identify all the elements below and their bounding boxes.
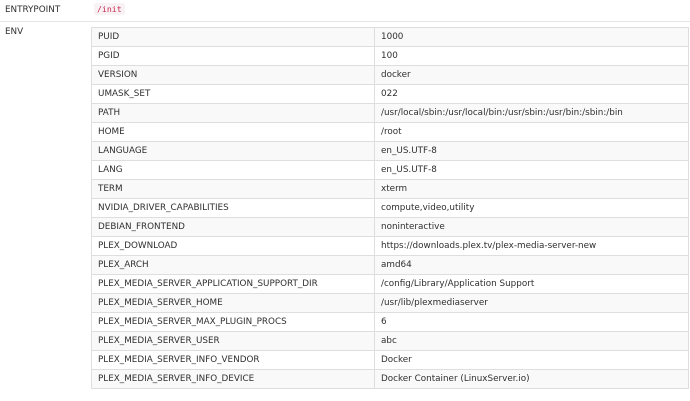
env-table-row: PLEX_MEDIA_SERVER_APPLICATION_SUPPORT_DI…: [91, 274, 689, 294]
env-var-name: PUID: [91, 27, 375, 47]
env-label: ENV: [5, 27, 24, 37]
entrypoint-value: /init: [94, 3, 125, 15]
env-row: ENV PUID 1000 PGID 100 VERSION docker UMASK_SE…: [0, 21, 690, 401]
env-var-value: 100: [374, 46, 689, 66]
env-table-row: PLEX_MEDIA_SERVER_INFO_DEVICE Docker Cont…: [91, 369, 689, 389]
env-var-value: 022: [374, 84, 689, 104]
env-table-row: PLEX_MEDIA_SERVER_MAX_PLUGIN_PROCS 6: [91, 312, 689, 332]
env-var-name: PATH: [91, 103, 375, 123]
env-var-name: PLEX_MEDIA_SERVER_INFO_VENDOR: [91, 350, 375, 370]
env-table-row: PLEX_DOWNLOAD https://downloads.plex.tv/p…: [91, 236, 689, 256]
env-table-row: UMASK_SET 022: [91, 84, 689, 104]
env-table-row: PLEX_MEDIA_SERVER_USER abc: [91, 331, 689, 351]
env-var-value: abc: [374, 331, 689, 351]
env-var-value: xterm: [374, 179, 689, 199]
env-var-value: /usr/lib/plexmediaserver: [374, 293, 689, 313]
env-table-row: PLEX_MEDIA_SERVER_HOME/usr/lib/plexmedia…: [91, 293, 689, 313]
env-var-value: amd64: [374, 255, 689, 275]
env-table-row: VERSION docker: [91, 65, 689, 85]
env-table-row: LANGUAGE en_US.UTF-8: [91, 141, 689, 161]
env-var-name: PLEX_DOWNLOAD: [91, 236, 375, 256]
env-table-row: PGID 100: [91, 46, 689, 66]
env-table-row: PLEX_MEDIA_SERVER_INFO_VENDOR Docker: [91, 350, 689, 370]
env-var-value: /root: [374, 122, 689, 142]
env-var-name: HOME: [91, 122, 375, 142]
env-var-value: Docker Container (LinuxServer.io): [374, 369, 689, 389]
env-var-name: PGID: [91, 46, 375, 66]
env-var-name: LANGUAGE: [91, 141, 375, 161]
env-var-value: en_US.UTF-8: [374, 141, 689, 161]
env-var-value: en_US.UTF-8: [374, 160, 689, 180]
env-var-name: VERSION: [91, 65, 375, 85]
env-var-value: compute,video,utility: [374, 198, 689, 218]
env-var-value: https://downloads.plex.tv/plex-media-ser…: [374, 236, 689, 256]
env-var-name: NVIDIA_DRIVER_CAPABILITIES: [91, 198, 375, 218]
env-table-row: PUID 1000: [91, 27, 689, 47]
env-var-name: PLEX_MEDIA_SERVER_USER: [91, 331, 375, 351]
env-var-value: /config/Library/Application Support: [374, 274, 689, 294]
env-table-row: HOME/root: [91, 122, 689, 142]
env-table-row: PATH/usr/local/sbin:/usr/local/bin:/usr/…: [91, 103, 689, 123]
env-var-name: PLEX_MEDIA_SERVER_APPLICATION_SUPPORT_DI…: [91, 274, 375, 294]
env-table: PUID 1000 PGID 100 VERSION docker UMASK_SET 022…: [91, 27, 689, 389]
env-var-name: LANG: [91, 160, 375, 180]
env-table-row: DEBIAN_FRONTEND noninteractive: [91, 217, 689, 237]
env-var-name: TERM: [91, 179, 375, 199]
env-var-value: docker: [374, 65, 689, 85]
env-var-name: PLEX_MEDIA_SERVER_HOME: [91, 293, 375, 313]
env-var-name: PLEX_MEDIA_SERVER_INFO_DEVICE: [91, 369, 375, 389]
env-var-value: /usr/local/sbin:/usr/local/bin:/usr/sbin…: [374, 103, 689, 123]
env-table-row: LANG en_US.UTF-8: [91, 160, 689, 180]
entrypoint-label: ENTRYPOINT: [5, 5, 61, 15]
env-var-name: DEBIAN_FRONTEND: [91, 217, 375, 237]
env-table-row: TERM xterm: [91, 179, 689, 199]
env-var-value: noninteractive: [374, 217, 689, 237]
env-var-value: 1000: [374, 27, 689, 47]
env-var-value: 6: [374, 312, 689, 332]
env-table-row: NVIDIA_DRIVER_CAPABILITIES compute,video,…: [91, 198, 689, 218]
entrypoint-row: ENTRYPOINT /init: [0, 0, 690, 22]
env-var-name: PLEX_ARCH: [91, 255, 375, 275]
env-var-name: PLEX_MEDIA_SERVER_MAX_PLUGIN_PROCS: [91, 312, 375, 332]
env-var-value: Docker: [374, 350, 689, 370]
env-var-name: UMASK_SET: [91, 84, 375, 104]
env-table-row: PLEX_ARCH amd64: [91, 255, 689, 275]
